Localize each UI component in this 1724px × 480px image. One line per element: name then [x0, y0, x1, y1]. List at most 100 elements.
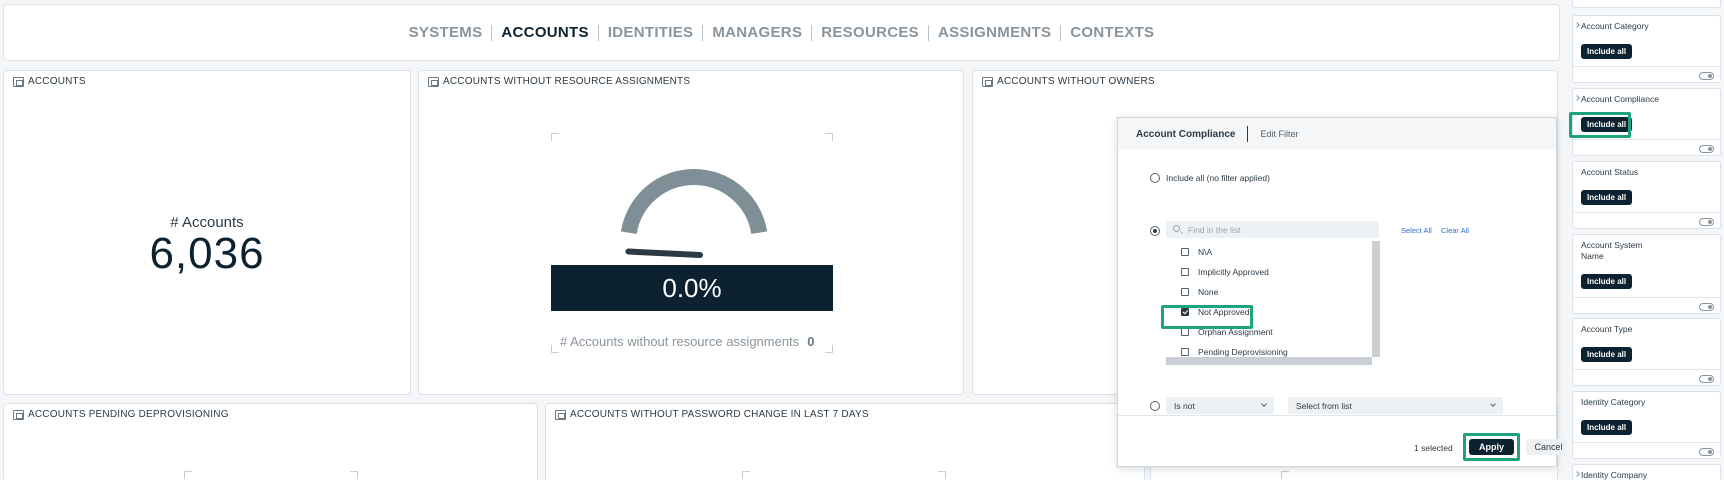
filter-account-status: Account Status Include all [1572, 161, 1721, 229]
filter-toggle[interactable] [1699, 448, 1714, 456]
header-divider [1247, 126, 1249, 142]
include-all-button[interactable]: Include all [1581, 274, 1633, 289]
card-title: ACCOUNTS WITHOUT OWNERS [997, 76, 1155, 87]
dashboard-page: SYSTEMS ACCOUNTS IDENTITIES MANAGERS RES… [0, 0, 1724, 480]
tab-identities[interactable]: IDENTITIES [599, 24, 703, 41]
gauge-footer: # Accounts without resource assignments 0 [560, 334, 814, 349]
gauge-value: 0.0% [551, 265, 833, 311]
frame-corner [1281, 471, 1289, 479]
dialog-header: Account Compliance Edit Filter [1118, 118, 1556, 150]
card-title: ACCOUNTS WITHOUT RESOURCE ASSIGNMENTS [443, 76, 691, 87]
chevron-right-icon[interactable] [1574, 95, 1580, 101]
include-all-button[interactable]: Include all [1581, 420, 1633, 435]
dialog-divider [1118, 415, 1556, 416]
chart-icon[interactable] [13, 76, 24, 87]
filter-toggle[interactable] [1699, 303, 1714, 311]
panel-divider [1573, 66, 1720, 67]
checkbox[interactable] [1181, 248, 1189, 256]
gauge-footer-label: # Accounts without resource assignments [560, 334, 800, 349]
tab-managers[interactable]: MANAGERS [703, 24, 811, 41]
list-item[interactable]: None [1181, 285, 1218, 299]
select-values-radio[interactable] [1150, 226, 1160, 236]
chart-icon[interactable] [982, 76, 993, 87]
checkbox[interactable] [1181, 268, 1189, 276]
chevron-down-icon [1490, 401, 1496, 407]
filter-title: Identity Category [1581, 397, 1646, 407]
vertical-scrollbar[interactable] [1372, 241, 1380, 357]
filter-identity-company: Identity Company [1572, 464, 1721, 480]
filter-title: Account Status [1581, 167, 1639, 177]
frame-corner [938, 471, 946, 479]
checkbox[interactable] [1181, 288, 1189, 296]
tab-resources[interactable]: RESOURCES [812, 24, 928, 41]
horizontal-scrollbar[interactable] [1166, 357, 1372, 365]
card-header: ACCOUNTS WITHOUT OWNERS [982, 76, 1155, 87]
chart-icon[interactable] [13, 409, 24, 420]
filter-account-type: Account Type Include all [1572, 318, 1721, 386]
include-all-button[interactable]: Include all [1581, 190, 1633, 205]
accounts-without-resource-card: ACCOUNTS WITHOUT RESOURCE ASSIGNMENTS 0.… [418, 70, 964, 395]
tab-accounts[interactable]: ACCOUNTS [492, 24, 597, 41]
selected-count: 1 selected [1414, 443, 1453, 453]
card-header: ACCOUNTS WITHOUT RESOURCE ASSIGNMENTS [428, 76, 690, 87]
accounts-without-password-change-card: ACCOUNTS WITHOUT PASSWORD CHANGE IN LAST… [545, 403, 1145, 480]
cancel-button[interactable]: Cancel [1526, 439, 1571, 455]
panel-divider [1573, 297, 1720, 298]
filter-identity-category: Identity Category Include all [1572, 391, 1721, 459]
filter-search-field[interactable] [1572, 0, 1721, 8]
chart-icon[interactable] [428, 76, 439, 87]
list-item[interactable]: Implicitly Approved [1181, 265, 1269, 279]
select-all-link[interactable]: Select All [1401, 226, 1432, 235]
frame-corner [551, 345, 559, 353]
include-all-button[interactable]: Include all [1581, 347, 1633, 362]
filter-title: Account Category [1581, 21, 1649, 31]
filter-account-category: Account Category Include all [1572, 15, 1721, 83]
item-label: N\A [1198, 247, 1213, 257]
top-navigation: SYSTEMS ACCOUNTS IDENTITIES MANAGERS RES… [3, 4, 1560, 61]
frame-corner [551, 133, 559, 141]
card-header: ACCOUNTS [13, 76, 86, 87]
condition-radio[interactable] [1150, 401, 1160, 411]
filters-sidebar: Account Category Include all Account Com… [1567, 0, 1724, 480]
filter-account-system-name: Account System Name Include all [1572, 234, 1721, 314]
chevron-down-icon [1261, 401, 1267, 407]
tab-systems[interactable]: SYSTEMS [400, 24, 492, 41]
gauge-needle [625, 248, 703, 258]
chevron-right-icon[interactable] [1574, 471, 1580, 477]
item-label: Pending Deprovisioning [1198, 347, 1288, 357]
frame-corner [825, 345, 833, 353]
filter-toggle[interactable] [1699, 375, 1714, 383]
value-select[interactable]: Select from list [1288, 397, 1503, 414]
dialog-title: Account Compliance [1136, 128, 1236, 140]
filter-toggle[interactable] [1699, 145, 1714, 153]
card-title: ACCOUNTS PENDING DEPROVISIONING [28, 409, 229, 420]
filter-title: Account Type [1581, 324, 1633, 334]
chart-icon[interactable] [555, 409, 566, 420]
include-all-button[interactable]: Include all [1581, 44, 1633, 59]
include-all-radio[interactable] [1150, 173, 1160, 183]
tab-assignments[interactable]: ASSIGNMENTS [929, 24, 1060, 41]
card-header: ACCOUNTS WITHOUT PASSWORD CHANGE IN LAST… [555, 409, 869, 420]
chevron-right-icon[interactable] [1574, 22, 1580, 28]
filter-toggle[interactable] [1699, 72, 1714, 80]
operator-select[interactable]: Is not [1166, 397, 1274, 414]
value-placeholder: Select from list [1296, 400, 1352, 411]
gauge-track [620, 169, 768, 235]
include-all-label: Include all (no filter applied) [1166, 173, 1270, 183]
kpi-value: 6,036 [149, 229, 265, 278]
values-list: N\A Implicitly Approved None Not Approve… [1166, 241, 1380, 365]
checkbox[interactable] [1181, 348, 1189, 356]
tab-contexts[interactable]: CONTEXTS [1061, 24, 1163, 41]
card-title: ACCOUNTS WITHOUT PASSWORD CHANGE IN LAST… [570, 409, 869, 420]
frame-corner [184, 471, 192, 479]
filter-toggle[interactable] [1699, 218, 1714, 226]
panel-divider [1573, 139, 1720, 140]
dialog-subtitle: Edit Filter [1260, 129, 1299, 139]
list-item[interactable]: N\A [1181, 245, 1212, 259]
find-in-list-input[interactable]: Find in the list [1166, 221, 1379, 238]
frame-corner [742, 471, 750, 479]
checkbox[interactable] [1181, 328, 1189, 336]
clear-all-link[interactable]: Clear All [1441, 226, 1469, 235]
gauge-footer-value: 0 [807, 334, 815, 349]
item-label: None [1198, 287, 1219, 297]
